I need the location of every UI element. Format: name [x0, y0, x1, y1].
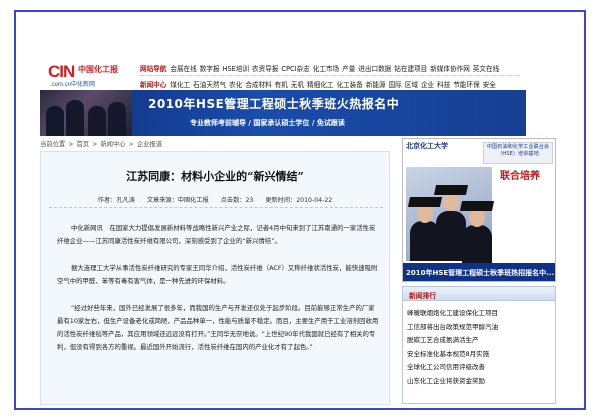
- breadcrumb-item[interactable]: 首页: [76, 141, 89, 148]
- news-nav-label: 新闻中心: [140, 81, 167, 89]
- ranking-item[interactable]: 全球化工公司信用评级改善: [407, 361, 551, 375]
- ranking-item[interactable]: 工信部将出台政策规范甲醇汽油: [407, 321, 551, 335]
- nav-link[interactable]: 英文在线: [473, 65, 499, 73]
- nav-link[interactable]: HSE培训: [223, 65, 250, 73]
- breadcrumb-separator: >: [92, 141, 98, 148]
- news-nav-link[interactable]: 合成材料: [245, 81, 271, 89]
- breadcrumb-separator: >: [128, 141, 134, 148]
- ranking-title: 新闻排行: [403, 287, 555, 301]
- article-paragraph: 据大连理工大学从事活性炭纤维研究的专家王同华介绍，活性炭纤维（ACF）又称纤维状…: [57, 264, 378, 285]
- article: 江苏同康：材料小企业的“新兴情结” 作者：孔凡涛 文章来源：中国化工报 点击数：…: [40, 151, 390, 405]
- news-nav-link[interactable]: 煤化工: [170, 81, 190, 89]
- logo-cn-text: 中国化工报: [78, 64, 118, 74]
- site-nav: 网站导航 会展在线 数字报 HSE培训 农资导报 CPCI杂志 化工市场 产量 进出口数据 钻在建…: [140, 63, 502, 73]
- ranking-item[interactable]: 峰暖联烟炮化工建设保化工项目: [407, 307, 551, 321]
- news-nav-link[interactable]: 科技: [437, 81, 450, 89]
- ad-school-name: 北京化工大学: [406, 141, 448, 150]
- nav-link[interactable]: 新媒体协作网: [430, 65, 470, 73]
- news-nav-link[interactable]: 石油天然气: [193, 81, 226, 89]
- article-meta: 作者：孔凡涛 文章来源：中国化工报 点击数：23 更新时间：2010-04-22: [41, 195, 389, 204]
- ranking-item[interactable]: 脱碳工艺合成氨满活生产: [407, 334, 551, 348]
- news-nav-link[interactable]: 有机: [275, 81, 288, 89]
- meta-divider: [49, 207, 383, 208]
- banner-subtitle: 专业教师考前辅导 / 国家承认硕士学位 / 免试跟读: [190, 119, 345, 127]
- nav-link[interactable]: 化工市场: [313, 65, 339, 73]
- ad-strip: 2010年HSE管理工程硕士秋季班热招报名中...: [403, 263, 555, 281]
- nav-label: 网站导航: [140, 65, 167, 73]
- article-paragraph: “经过好些年来，国外已经发展了很多年，而我国的生产与开发还仅处于起步阶段。目前能…: [57, 304, 379, 351]
- ranking-list: 峰暖联烟炮化工建设保化工项目 工信部将出台政策规范甲醇汽油 脱碳工艺合成氨满活生产安…: [403, 301, 555, 388]
- breadcrumb-separator: >: [68, 141, 74, 148]
- news-nav: 新闻中心 煤化工 石油天然气 农化 合成材料 有机 无机 精细化工 化工装备 新能源 国际 区域 企业科…: [140, 79, 499, 89]
- ranking-item[interactable]: 山东化工企业将获资金奖励: [407, 375, 551, 389]
- article-paragraph: 中化新网讯 在国家大力提倡发展新材料等战略性新兴产业之际，记者4月中旬来到了江苏…: [57, 224, 376, 245]
- nav-link[interactable]: 钻在建项目: [394, 65, 427, 73]
- news-nav-link[interactable]: 新能源: [366, 81, 386, 89]
- nav-link[interactable]: 进出口数据: [358, 65, 391, 73]
- nav-link[interactable]: 会展在线: [170, 65, 196, 73]
- news-nav-link[interactable]: 化工装备: [336, 81, 362, 89]
- ad-tag: 中国石油和化学工业联合会（HSE）培训基地: [483, 142, 553, 164]
- breadcrumb-item[interactable]: 新闻中心: [100, 141, 125, 148]
- nav-link[interactable]: 产量: [342, 65, 355, 73]
- news-nav-link[interactable]: 农化: [229, 81, 242, 89]
- article-source: 文章来源：中国化工报: [146, 197, 209, 204]
- nav-link[interactable]: 农资导报: [252, 65, 278, 73]
- news-nav-link[interactable]: 企业: [421, 81, 434, 89]
- news-ranking: 新闻排行 峰暖联烟炮化工建设保化工项目 工信部将出台政策规范甲醇汽油 脱碳工艺合成氨…: [402, 286, 556, 404]
- article-author: 作者：孔凡涛: [97, 197, 135, 204]
- ad-joint-label: 联合培养: [500, 171, 540, 182]
- news-nav-link[interactable]: 节能环保: [453, 81, 479, 89]
- news-nav-link[interactable]: 无机: [291, 81, 304, 89]
- breadcrumb: 当前位置 > 首页 > 新闻中心 > 企业报道: [40, 139, 165, 148]
- ranking-item[interactable]: 安全标准化基本规范8月实施: [407, 348, 551, 362]
- promo-banner[interactable]: 2010年HSE管理工程硕士秋季班火热报名中 专业教师考前辅导 / 国家承认硕士…: [40, 90, 526, 136]
- side-ad[interactable]: 北京化工大学 中国石油和化学工业联合会（HSE）培训基地 联合培养 2010年H…: [402, 138, 556, 282]
- nav-divider: [140, 75, 520, 76]
- breadcrumb-item: 当前位置: [40, 141, 66, 148]
- banner-title: 2010年HSE管理工程硕士秋季班火热报名中: [148, 97, 400, 111]
- article-updated: 更新时间：2010-04-22: [265, 197, 333, 204]
- article-title: 江苏同康：材料小企业的“新兴情结”: [126, 170, 304, 183]
- news-nav-link[interactable]: 精细化工: [307, 81, 333, 89]
- article-hits: 点击数：23: [220, 197, 254, 204]
- site-logo[interactable]: CIN 中国化工报 .com.cn中化新网: [48, 62, 122, 88]
- news-nav-link[interactable]: 区域: [405, 81, 418, 89]
- nav-link[interactable]: 数字报: [200, 65, 220, 73]
- ad-graduates-image: [406, 167, 495, 265]
- news-nav-link[interactable]: 安全: [483, 81, 496, 89]
- nav-link[interactable]: CPCI杂志: [281, 65, 309, 73]
- logo-domain: .com.cn中化新网: [50, 82, 96, 88]
- breadcrumb-item[interactable]: 企业报道: [137, 141, 162, 148]
- banner-photo: [40, 90, 132, 136]
- news-nav-link[interactable]: 国际: [389, 81, 402, 89]
